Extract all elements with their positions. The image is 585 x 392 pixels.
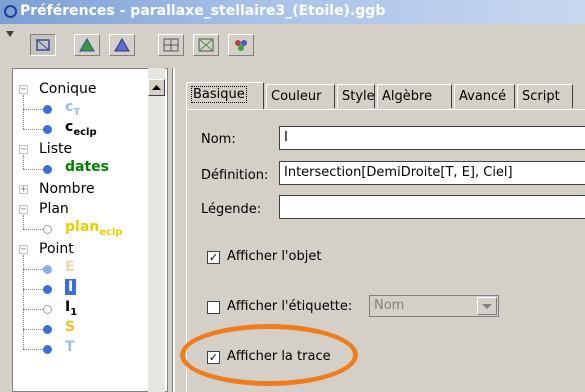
tree-object[interactable]: dates bbox=[65, 159, 109, 175]
tab-algebre[interactable]: Algèbre bbox=[377, 84, 452, 108]
tab-couleur[interactable]: Couleur bbox=[266, 84, 335, 108]
tab-label: Avancé bbox=[459, 89, 507, 104]
triangle-blue-icon bbox=[114, 38, 130, 52]
scroll-up-arrow-icon bbox=[152, 85, 161, 90]
tree-object-label: T bbox=[65, 339, 75, 355]
tree-category[interactable]: Plan bbox=[39, 201, 69, 217]
highlight-ellipse bbox=[180, 324, 358, 386]
show-label-label: Afficher l'étiquette: bbox=[227, 299, 353, 314]
label-mode-dropdown-button[interactable] bbox=[477, 297, 497, 315]
object-dot-icon[interactable] bbox=[43, 285, 52, 294]
tree-object[interactable]: ceclp bbox=[65, 119, 97, 138]
legend-label: Légende: bbox=[201, 202, 262, 217]
tree-object-label: S bbox=[65, 319, 76, 335]
tree-scrollbar[interactable] bbox=[148, 68, 165, 392]
tree-object[interactable]: T bbox=[65, 339, 75, 355]
object-dot-icon[interactable] bbox=[43, 325, 52, 334]
tree-object[interactable]: I1 bbox=[65, 299, 77, 318]
tree-object-subscript: eclp bbox=[99, 226, 123, 238]
show-label-checkbox[interactable] bbox=[207, 301, 220, 314]
definition-field[interactable]: Intersection[DemiDroite[T, E], Ciel] bbox=[279, 161, 585, 185]
tab-avance[interactable]: Avancé bbox=[454, 84, 515, 108]
window-title: Préférences - parallaxe_stellaire3_(Etoi… bbox=[20, 3, 386, 19]
pane-divider[interactable] bbox=[172, 68, 175, 392]
palette-icon bbox=[235, 40, 247, 51]
object-dot-icon[interactable] bbox=[43, 125, 52, 134]
grid-dots-button[interactable] bbox=[193, 34, 219, 56]
object-dot-icon[interactable] bbox=[43, 165, 52, 174]
object-tree: − Conique cT ceclp − Liste dates + Nombre − Plan pl… bbox=[12, 68, 168, 392]
object-dot-icon[interactable] bbox=[43, 265, 52, 274]
palette-button[interactable] bbox=[228, 34, 254, 56]
tree-category[interactable]: Nombre bbox=[39, 181, 95, 197]
show-object-label: Afficher l'objet bbox=[227, 249, 322, 264]
tree-object-label: plan bbox=[65, 219, 100, 235]
scroll-up-button[interactable] bbox=[148, 79, 165, 96]
tree-object-subscript: eclp bbox=[73, 126, 97, 138]
tree-object[interactable]: cT bbox=[65, 99, 80, 118]
tree-object[interactable]: S bbox=[65, 319, 75, 335]
tab-label: Couleur bbox=[271, 89, 322, 104]
geogebra-ring-icon bbox=[4, 5, 17, 18]
label-mode-select[interactable]: Nom bbox=[369, 295, 499, 317]
triangle-green-icon bbox=[79, 38, 95, 52]
definition-label: Définition: bbox=[201, 168, 269, 183]
tab-basique[interactable]: Basique bbox=[186, 82, 264, 109]
tab-label: Basique bbox=[191, 86, 247, 103]
object-dot-icon[interactable] bbox=[43, 305, 52, 314]
triangle-blue-button[interactable] bbox=[109, 34, 135, 56]
chevron-down-icon bbox=[482, 304, 492, 309]
tree-object-label: E bbox=[65, 259, 75, 275]
toolbar-menu-arrow-icon[interactable] bbox=[5, 30, 15, 38]
triangle-green-button[interactable] bbox=[74, 34, 100, 56]
tab-style[interactable]: Style bbox=[337, 84, 375, 108]
grid-table-icon bbox=[163, 38, 179, 52]
title-bar: Préférences - parallaxe_stellaire3_(Etoi… bbox=[0, 0, 585, 24]
collapse-icon[interactable]: − bbox=[19, 85, 28, 95]
name-field[interactable]: I bbox=[279, 126, 585, 150]
toolbar bbox=[0, 24, 585, 58]
label-mode-value: Nom bbox=[374, 298, 405, 313]
object-dot-icon[interactable] bbox=[43, 225, 52, 234]
tree-object-label: I bbox=[68, 279, 74, 295]
segment-objects-icon bbox=[36, 39, 50, 51]
collapse-icon[interactable]: − bbox=[19, 145, 28, 155]
tab-label: Script bbox=[522, 89, 560, 104]
show-object-checkbox[interactable]: ✓ bbox=[207, 251, 220, 264]
grid-dots-icon bbox=[198, 38, 214, 52]
tree-object-label: dates bbox=[65, 159, 109, 175]
tab-label: Style bbox=[342, 89, 375, 104]
legend-field[interactable] bbox=[279, 195, 585, 219]
object-dot-icon[interactable] bbox=[43, 105, 52, 114]
object-dot-icon[interactable] bbox=[43, 345, 52, 354]
collapse-icon[interactable]: − bbox=[19, 245, 28, 255]
collapse-icon[interactable]: − bbox=[19, 205, 28, 215]
tab-label: Algèbre bbox=[382, 89, 433, 104]
name-label: Nom: bbox=[201, 132, 236, 147]
tree-object-subscript: T bbox=[73, 106, 81, 118]
segment-objects-button[interactable] bbox=[30, 34, 56, 56]
expand-icon[interactable]: + bbox=[19, 185, 28, 195]
tab-script[interactable]: Script bbox=[517, 84, 573, 108]
tree-object[interactable]: planeclp bbox=[65, 219, 123, 238]
tree-category[interactable]: Conique bbox=[39, 81, 96, 97]
tree-category[interactable]: Liste bbox=[39, 141, 72, 157]
tree-object[interactable]: E bbox=[65, 259, 75, 275]
grid-table-button[interactable] bbox=[158, 34, 184, 56]
tree-category[interactable]: Point bbox=[39, 241, 74, 257]
tree-object[interactable]: I bbox=[65, 279, 77, 295]
tree-object-subscript: 1 bbox=[70, 306, 78, 318]
